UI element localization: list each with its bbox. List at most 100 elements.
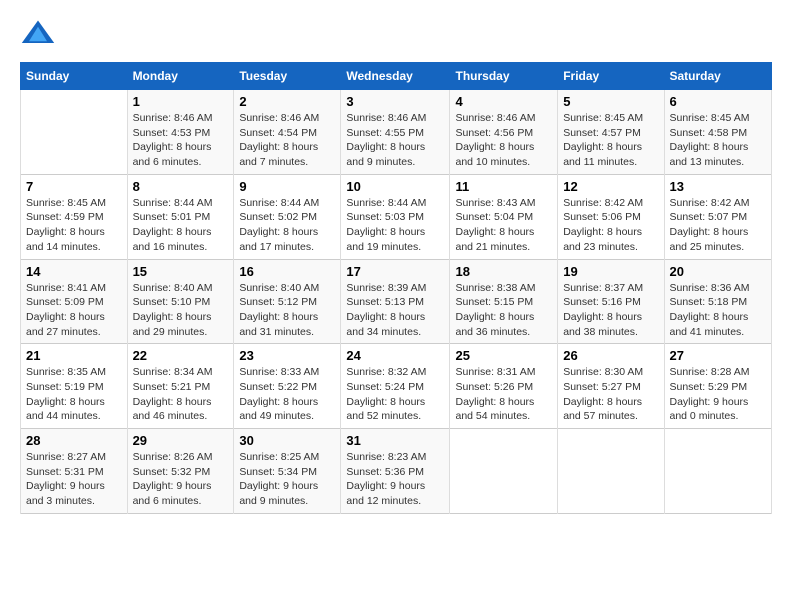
cell-content: Sunrise: 8:44 AM Sunset: 5:01 PM Dayligh… [133,196,229,255]
cell-content: Sunrise: 8:37 AM Sunset: 5:16 PM Dayligh… [563,281,658,340]
day-number: 30 [239,433,335,448]
cell-content: Sunrise: 8:41 AM Sunset: 5:09 PM Dayligh… [26,281,122,340]
day-number: 28 [26,433,122,448]
calendar-cell: 6 Sunrise: 8:45 AM Sunset: 4:58 PM Daylig… [664,90,772,175]
cell-content: Sunrise: 8:34 AM Sunset: 5:21 PM Dayligh… [133,365,229,424]
cell-content: Sunrise: 8:31 AM Sunset: 5:26 PM Dayligh… [455,365,552,424]
calendar-table: SundayMondayTuesdayWednesdayThursdayFrid… [20,62,772,514]
day-number: 13 [670,179,767,194]
day-number: 16 [239,264,335,279]
calendar-cell: 22 Sunrise: 8:34 AM Sunset: 5:21 PM Dayli… [127,344,234,429]
day-number: 18 [455,264,552,279]
calendar-cell: 8 Sunrise: 8:44 AM Sunset: 5:01 PM Daylig… [127,174,234,259]
cell-content: Sunrise: 8:44 AM Sunset: 5:02 PM Dayligh… [239,196,335,255]
day-number: 20 [670,264,767,279]
day-number: 7 [26,179,122,194]
calendar-cell: 31 Sunrise: 8:23 AM Sunset: 5:36 PM Dayli… [341,429,450,514]
calendar-cell: 19 Sunrise: 8:37 AM Sunset: 5:16 PM Dayli… [558,259,664,344]
logo [20,16,60,52]
day-number: 2 [239,94,335,109]
col-header-friday: Friday [558,63,664,90]
week-row-2: 14 Sunrise: 8:41 AM Sunset: 5:09 PM Dayli… [21,259,772,344]
col-header-monday: Monday [127,63,234,90]
cell-content: Sunrise: 8:45 AM Sunset: 4:57 PM Dayligh… [563,111,658,170]
calendar-cell: 15 Sunrise: 8:40 AM Sunset: 5:10 PM Dayli… [127,259,234,344]
week-row-4: 28 Sunrise: 8:27 AM Sunset: 5:31 PM Dayli… [21,429,772,514]
day-number: 23 [239,348,335,363]
calendar-cell: 18 Sunrise: 8:38 AM Sunset: 5:15 PM Dayli… [450,259,558,344]
calendar-cell: 12 Sunrise: 8:42 AM Sunset: 5:06 PM Dayli… [558,174,664,259]
calendar-cell: 30 Sunrise: 8:25 AM Sunset: 5:34 PM Dayli… [234,429,341,514]
calendar-cell: 14 Sunrise: 8:41 AM Sunset: 5:09 PM Dayli… [21,259,128,344]
col-header-wednesday: Wednesday [341,63,450,90]
cell-content: Sunrise: 8:44 AM Sunset: 5:03 PM Dayligh… [346,196,444,255]
day-number: 14 [26,264,122,279]
calendar-cell: 10 Sunrise: 8:44 AM Sunset: 5:03 PM Dayli… [341,174,450,259]
col-header-sunday: Sunday [21,63,128,90]
calendar-cell: 25 Sunrise: 8:31 AM Sunset: 5:26 PM Dayli… [450,344,558,429]
cell-content: Sunrise: 8:23 AM Sunset: 5:36 PM Dayligh… [346,450,444,509]
calendar-cell: 26 Sunrise: 8:30 AM Sunset: 5:27 PM Dayli… [558,344,664,429]
calendar-cell [558,429,664,514]
cell-content: Sunrise: 8:42 AM Sunset: 5:06 PM Dayligh… [563,196,658,255]
cell-content: Sunrise: 8:27 AM Sunset: 5:31 PM Dayligh… [26,450,122,509]
day-number: 5 [563,94,658,109]
page: SundayMondayTuesdayWednesdayThursdayFrid… [0,0,792,612]
calendar-cell: 29Sunrise: 8:26 AM Sunset: 5:32 PM Dayli… [127,429,234,514]
day-number: 27 [670,348,767,363]
calendar-cell: 24 Sunrise: 8:32 AM Sunset: 5:24 PM Dayli… [341,344,450,429]
day-number: 24 [346,348,444,363]
day-number: 25 [455,348,552,363]
cell-content: Sunrise: 8:36 AM Sunset: 5:18 PM Dayligh… [670,281,767,340]
day-number: 29 [133,433,229,448]
day-number: 15 [133,264,229,279]
calendar-cell: 16 Sunrise: 8:40 AM Sunset: 5:12 PM Dayli… [234,259,341,344]
col-header-thursday: Thursday [450,63,558,90]
day-number: 1 [133,94,229,109]
calendar-cell: 13Sunrise: 8:42 AM Sunset: 5:07 PM Dayli… [664,174,772,259]
calendar-cell: 11 Sunrise: 8:43 AM Sunset: 5:04 PM Dayli… [450,174,558,259]
cell-content: Sunrise: 8:25 AM Sunset: 5:34 PM Dayligh… [239,450,335,509]
cell-content: Sunrise: 8:40 AM Sunset: 5:10 PM Dayligh… [133,281,229,340]
cell-content: Sunrise: 8:46 AM Sunset: 4:54 PM Dayligh… [239,111,335,170]
header-row: SundayMondayTuesdayWednesdayThursdayFrid… [21,63,772,90]
cell-content: Sunrise: 8:33 AM Sunset: 5:22 PM Dayligh… [239,365,335,424]
day-number: 12 [563,179,658,194]
cell-content: Sunrise: 8:43 AM Sunset: 5:04 PM Dayligh… [455,196,552,255]
day-number: 4 [455,94,552,109]
day-number: 6 [670,94,767,109]
day-number: 21 [26,348,122,363]
col-header-saturday: Saturday [664,63,772,90]
cell-content: Sunrise: 8:40 AM Sunset: 5:12 PM Dayligh… [239,281,335,340]
header [20,16,772,52]
cell-content: Sunrise: 8:38 AM Sunset: 5:15 PM Dayligh… [455,281,552,340]
day-number: 11 [455,179,552,194]
day-number: 8 [133,179,229,194]
day-number: 3 [346,94,444,109]
cell-content: Sunrise: 8:32 AM Sunset: 5:24 PM Dayligh… [346,365,444,424]
calendar-cell [450,429,558,514]
day-number: 17 [346,264,444,279]
day-number: 31 [346,433,444,448]
cell-content: Sunrise: 8:30 AM Sunset: 5:27 PM Dayligh… [563,365,658,424]
day-number: 19 [563,264,658,279]
day-number: 22 [133,348,229,363]
cell-content: Sunrise: 8:46 AM Sunset: 4:56 PM Dayligh… [455,111,552,170]
day-number: 10 [346,179,444,194]
calendar-cell [664,429,772,514]
calendar-cell: 27 Sunrise: 8:28 AM Sunset: 5:29 PM Dayli… [664,344,772,429]
cell-content: Sunrise: 8:46 AM Sunset: 4:55 PM Dayligh… [346,111,444,170]
calendar-cell [21,90,128,175]
week-row-0: 1 Sunrise: 8:46 AM Sunset: 4:53 PM Daylig… [21,90,772,175]
calendar-cell: 5 Sunrise: 8:45 AM Sunset: 4:57 PM Daylig… [558,90,664,175]
cell-content: Sunrise: 8:28 AM Sunset: 5:29 PM Dayligh… [670,365,767,424]
cell-content: Sunrise: 8:46 AM Sunset: 4:53 PM Dayligh… [133,111,229,170]
calendar-cell: 17Sunrise: 8:39 AM Sunset: 5:13 PM Dayli… [341,259,450,344]
day-number: 26 [563,348,658,363]
calendar-cell: 3 Sunrise: 8:46 AM Sunset: 4:55 PM Daylig… [341,90,450,175]
day-number: 9 [239,179,335,194]
calendar-cell: 20 Sunrise: 8:36 AM Sunset: 5:18 PM Dayli… [664,259,772,344]
logo-icon [20,16,56,52]
cell-content: Sunrise: 8:45 AM Sunset: 4:58 PM Dayligh… [670,111,767,170]
cell-content: Sunrise: 8:35 AM Sunset: 5:19 PM Dayligh… [26,365,122,424]
